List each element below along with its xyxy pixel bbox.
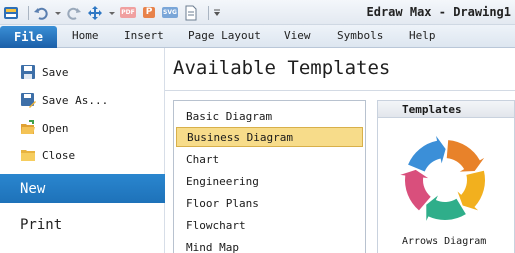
template-preview-pane: Templates Arrows Diagram	[377, 100, 515, 253]
save-as-label: Save As...	[42, 93, 109, 107]
open-button[interactable]: Open	[20, 118, 69, 138]
category-item[interactable]: Basic Diagram	[176, 106, 363, 126]
close-folder-icon	[20, 147, 36, 163]
arrow-segment	[426, 195, 466, 221]
pdf-export-icon[interactable]: PDF	[120, 5, 136, 21]
ppt-label: P	[142, 7, 156, 18]
backstage-menu: Save Save As... Open Close New Print	[0, 48, 174, 253]
undo-icon[interactable]	[33, 5, 49, 21]
save-button[interactable]: Save	[20, 62, 69, 82]
toolbar-separator	[28, 5, 29, 20]
category-item[interactable]: Chart	[176, 149, 363, 169]
close-button[interactable]: Close	[20, 145, 75, 165]
save-label: Save	[42, 65, 69, 79]
svg-label: SVG	[162, 7, 178, 18]
ppt-export-icon[interactable]: P	[141, 5, 157, 21]
preview-header: Templates	[378, 101, 514, 118]
arrow-segment	[446, 140, 485, 172]
quick-access-toolbar: PDF P SVG	[3, 4, 226, 21]
new-label: New	[20, 180, 46, 197]
ribbon-tab-bar: File Home Insert Page Layout View Symbol…	[0, 25, 515, 48]
title-divider	[165, 90, 515, 91]
document-icon[interactable]	[183, 5, 199, 21]
category-item[interactable]: Floor Plans	[176, 193, 363, 213]
customize-dropdown-icon[interactable]	[213, 5, 221, 21]
tab-insert[interactable]: Insert	[124, 29, 164, 42]
arrow-segment	[457, 170, 485, 211]
move-dropdown-icon[interactable]	[108, 5, 116, 21]
print-button[interactable]: Print	[20, 217, 62, 233]
category-item[interactable]: Engineering	[176, 171, 363, 191]
templates-panel: Available Templates Basic Diagram Busine…	[165, 48, 515, 253]
template-category-list[interactable]: Basic Diagram Business Diagram Chart Eng…	[173, 100, 366, 253]
tab-view[interactable]: View	[284, 29, 311, 42]
open-icon	[20, 120, 36, 136]
arrow-segment	[408, 135, 446, 172]
category-item-selected[interactable]: Business Diagram	[176, 127, 363, 147]
undo-dropdown-icon[interactable]	[54, 5, 62, 21]
window-title: Edraw Max - Drawing1	[366, 5, 512, 19]
template-label: Arrows Diagram	[402, 236, 487, 247]
close-label: Close	[42, 148, 76, 162]
title-bar: PDF P SVG Edraw Max - Drawing1	[0, 0, 515, 25]
category-item[interactable]: Mind Map	[176, 237, 363, 253]
svg-export-icon[interactable]: SVG	[162, 5, 178, 21]
new-button[interactable]: New	[0, 174, 174, 203]
tab-home[interactable]: Home	[72, 29, 99, 42]
tab-help[interactable]: Help	[409, 29, 436, 42]
toolbar-separator	[208, 5, 209, 20]
save-as-icon	[20, 92, 36, 108]
save-as-button[interactable]: Save As...	[20, 90, 108, 110]
arrows-diagram-thumbnail[interactable]	[400, 135, 490, 225]
move-icon[interactable]	[87, 5, 103, 21]
pdf-label: PDF	[120, 7, 136, 18]
tab-symbols[interactable]: Symbols	[337, 29, 383, 42]
arrow-segment	[400, 169, 431, 211]
category-item[interactable]: Flowchart	[176, 215, 363, 235]
save-icon	[20, 64, 36, 80]
redo-icon[interactable]	[66, 5, 82, 21]
open-label: Open	[42, 121, 69, 135]
tab-file[interactable]: File	[0, 26, 57, 48]
app-menu-icon[interactable]	[3, 5, 19, 21]
tab-page-layout[interactable]: Page Layout	[188, 29, 261, 42]
page-title: Available Templates	[173, 57, 391, 79]
